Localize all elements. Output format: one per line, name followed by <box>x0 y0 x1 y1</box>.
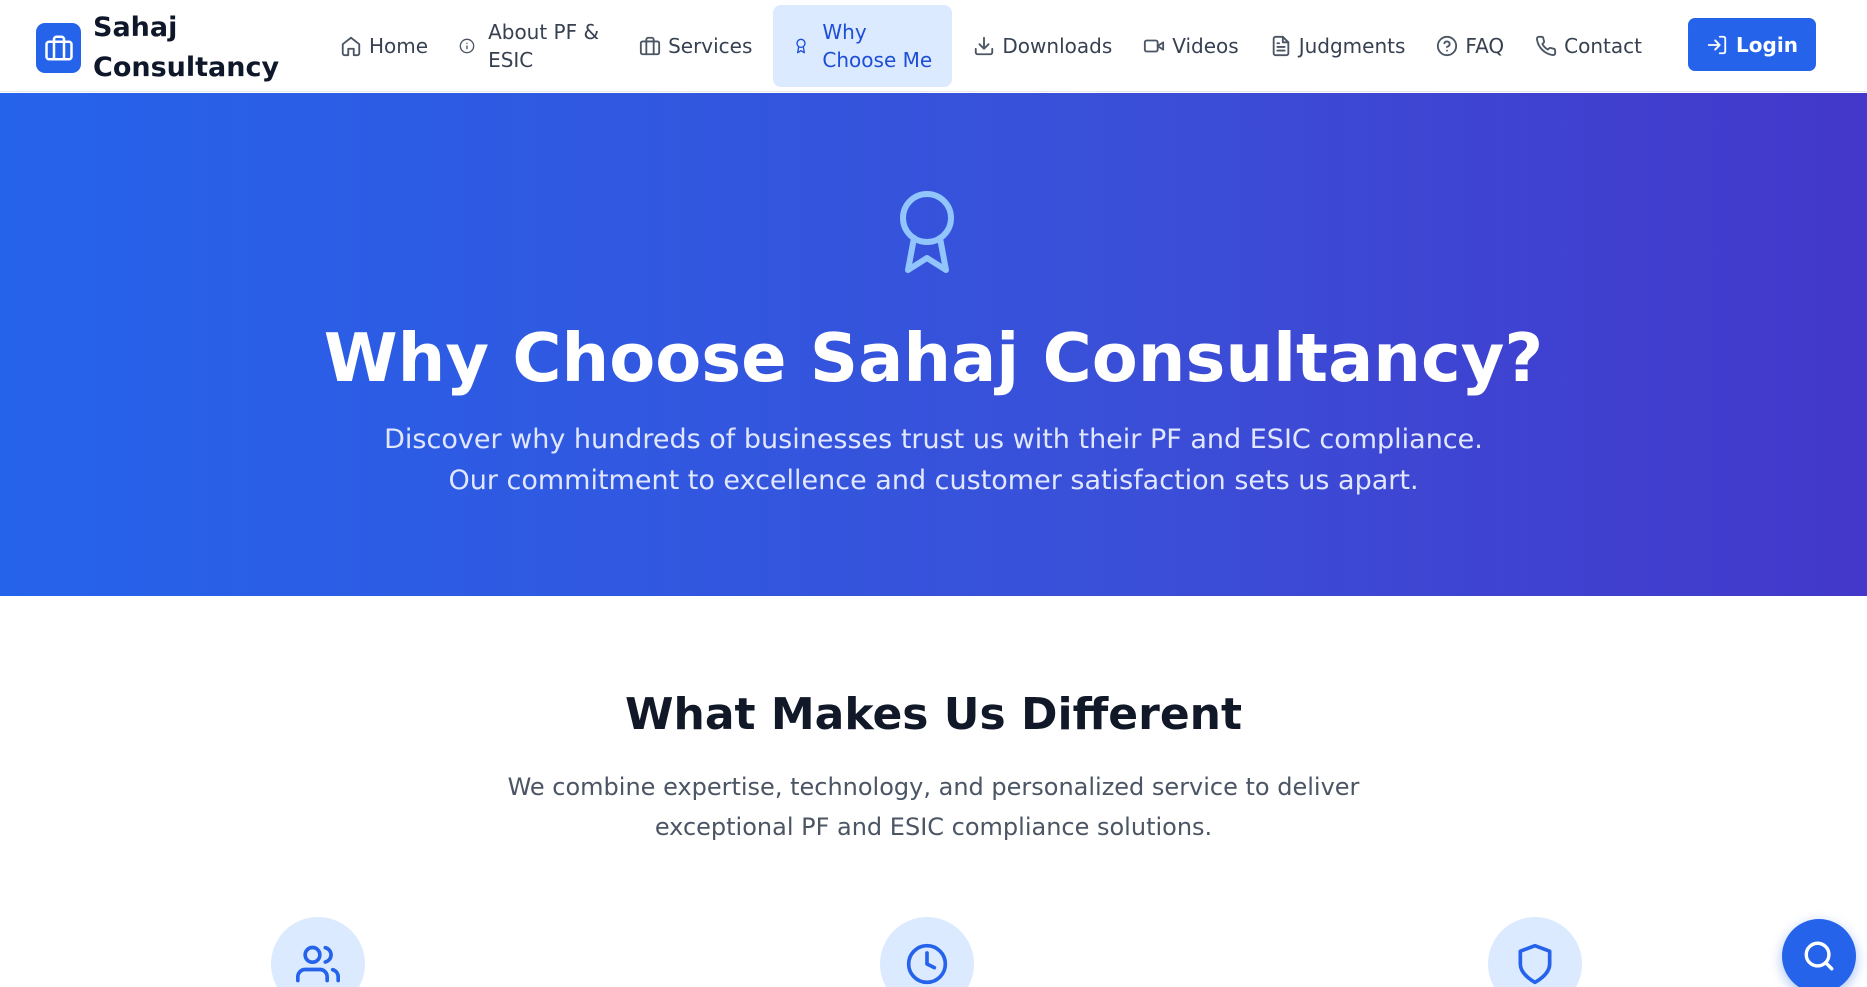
login-button[interactable]: Login <box>1688 18 1816 71</box>
feature-icon-circle-shield <box>1488 917 1582 987</box>
nav-faq[interactable]: FAQ <box>1426 5 1514 87</box>
award-icon <box>900 191 954 273</box>
nav-faq-label: FAQ <box>1465 34 1505 58</box>
briefcase-icon <box>639 35 661 57</box>
nav-why-label: Why Choose Me <box>822 20 933 72</box>
navbar: Sahaj Consultancy Home About PF & ESIC S… <box>0 0 1867 92</box>
nav-videos-label: Videos <box>1172 34 1239 58</box>
main-nav: Home About PF & ESIC Services Why Choose… <box>330 5 1663 87</box>
clock-icon <box>906 943 948 985</box>
help-circle-icon <box>1436 35 1458 57</box>
hero-title: Why Choose Sahaj Consultancy? <box>323 319 1544 397</box>
brand-name: Sahaj Consultancy <box>93 12 280 83</box>
shield-icon <box>1518 943 1552 985</box>
info-icon <box>459 35 481 57</box>
download-icon <box>973 35 995 57</box>
video-icon <box>1143 35 1165 57</box>
nav-contact-label: Contact <box>1564 34 1642 58</box>
section-subtitle: We combine expertise, technology, and pe… <box>507 773 1360 841</box>
nav-services-label: Services <box>668 34 753 58</box>
nav-services[interactable]: Services <box>629 5 762 87</box>
nav-why-choose-me[interactable]: Why Choose Me <box>773 5 953 87</box>
nav-about[interactable]: About PF & ESIC <box>449 5 618 87</box>
home-icon <box>340 35 362 57</box>
nav-videos[interactable]: Videos <box>1133 5 1248 87</box>
award-icon <box>793 35 815 57</box>
phone-icon <box>1535 35 1557 57</box>
search-icon <box>1804 941 1834 971</box>
login-label: Login <box>1736 32 1798 57</box>
login-icon <box>1707 35 1727 54</box>
briefcase-icon <box>36 23 81 73</box>
nav-home-label: Home <box>369 34 429 58</box>
nav-downloads[interactable]: Downloads <box>963 5 1122 87</box>
nav-contact[interactable]: Contact <box>1525 5 1652 87</box>
nav-downloads-label: Downloads <box>1002 34 1113 58</box>
nav-about-label: About PF & ESIC <box>488 20 600 72</box>
feature-icon-circle-clock <box>880 917 974 987</box>
brand[interactable]: Sahaj Consultancy <box>36 8 280 88</box>
nav-judgments-label: Judgments <box>1298 34 1406 58</box>
users-icon <box>296 945 340 983</box>
document-icon <box>1270 35 1292 57</box>
section-title: What Makes Us Different <box>624 689 1243 740</box>
nav-judgments[interactable]: Judgments <box>1260 5 1416 87</box>
hero-section: Why Choose Sahaj Consultancy? Discover w… <box>0 93 1867 596</box>
feature-icon-circle-users <box>271 917 365 987</box>
search-button[interactable] <box>1782 919 1856 987</box>
nav-home[interactable]: Home <box>330 5 438 87</box>
hero-subtitle: Discover why hundreds of businesses trus… <box>384 424 1483 496</box>
